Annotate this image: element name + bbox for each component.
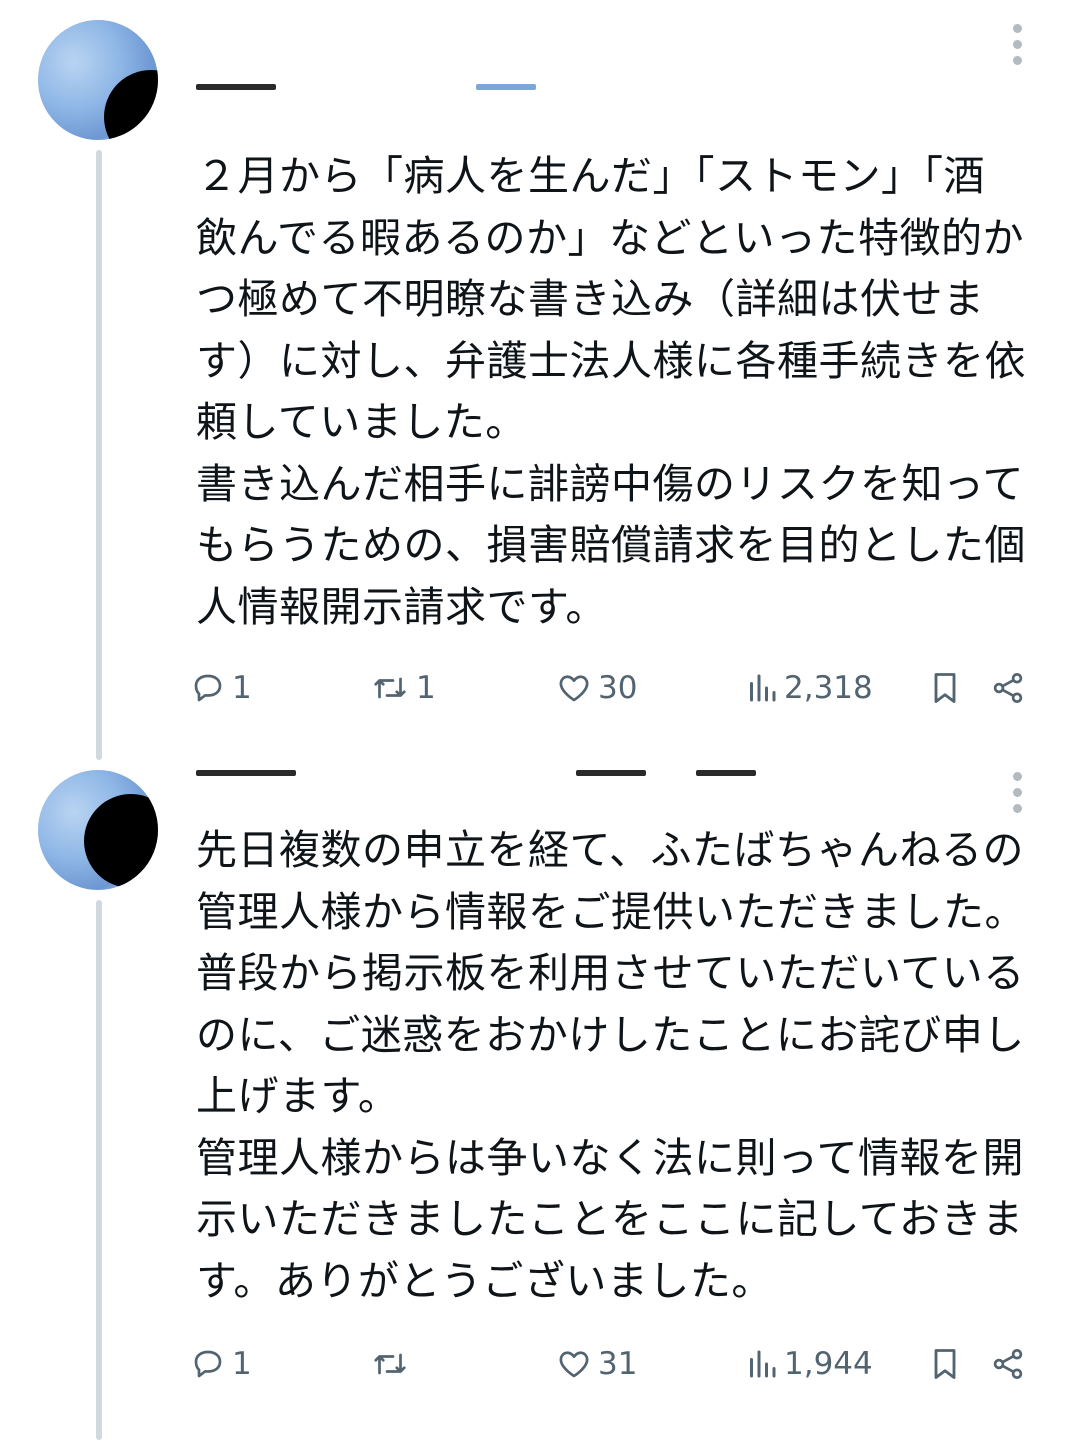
views-icon (750, 1350, 776, 1378)
thread-line (96, 150, 102, 760)
bookmark-icon (934, 673, 956, 703)
username-cut-off (196, 78, 716, 92)
like-count: 31 (598, 1346, 638, 1382)
thread-line (96, 900, 102, 1440)
view-count: 1,944 (784, 1346, 873, 1382)
retweet-icon (374, 677, 406, 699)
reply-icon (194, 674, 222, 702)
retweet-button[interactable] (370, 1342, 416, 1386)
retweet-button[interactable]: 1 (370, 666, 436, 710)
reply-button[interactable]: 1 (190, 1342, 252, 1386)
share-icon (993, 673, 1023, 703)
like-count: 30 (598, 670, 638, 706)
reply-button[interactable]: 1 (190, 666, 252, 710)
like-button[interactable]: 31 (556, 1342, 637, 1386)
retweet-icon (374, 1353, 406, 1375)
views-button[interactable]: 1,944 (746, 1342, 873, 1386)
views-icon (750, 674, 776, 702)
like-button[interactable]: 30 (556, 666, 637, 710)
like-icon (559, 1351, 589, 1378)
tweet-actions: 1 31 1,944 (190, 1342, 1030, 1386)
tweet-actions: 1 1 30 2,318 (190, 666, 1030, 710)
avatar[interactable] (38, 20, 158, 140)
reply-count: 1 (232, 1346, 252, 1382)
avatar[interactable] (38, 770, 158, 890)
share-button[interactable] (990, 1342, 1026, 1386)
reply-count: 1 (232, 670, 252, 706)
tweet-text: ２月から「病人を生んだ」「ストモン」「酒飲んでる暇あるのか」などといった特徴的か… (196, 152, 1026, 631)
bookmark-icon (934, 1349, 956, 1379)
bookmark-button[interactable] (930, 1342, 960, 1386)
share-button[interactable] (990, 666, 1026, 710)
views-button[interactable]: 2,318 (746, 666, 873, 710)
more-icon[interactable] (1010, 24, 1024, 65)
like-icon (559, 675, 589, 702)
username-cut-off (196, 764, 856, 778)
reply-icon (194, 1350, 222, 1378)
retweet-count: 1 (416, 670, 436, 706)
bookmark-button[interactable] (930, 666, 960, 710)
view-count: 2,318 (784, 670, 873, 706)
share-icon (993, 1349, 1023, 1379)
more-icon[interactable] (1010, 772, 1024, 813)
tweet-text: 先日複数の申立を経て、ふたばちゃんねるの管理人様から情報をご提供いただきました。… (196, 826, 1026, 1305)
